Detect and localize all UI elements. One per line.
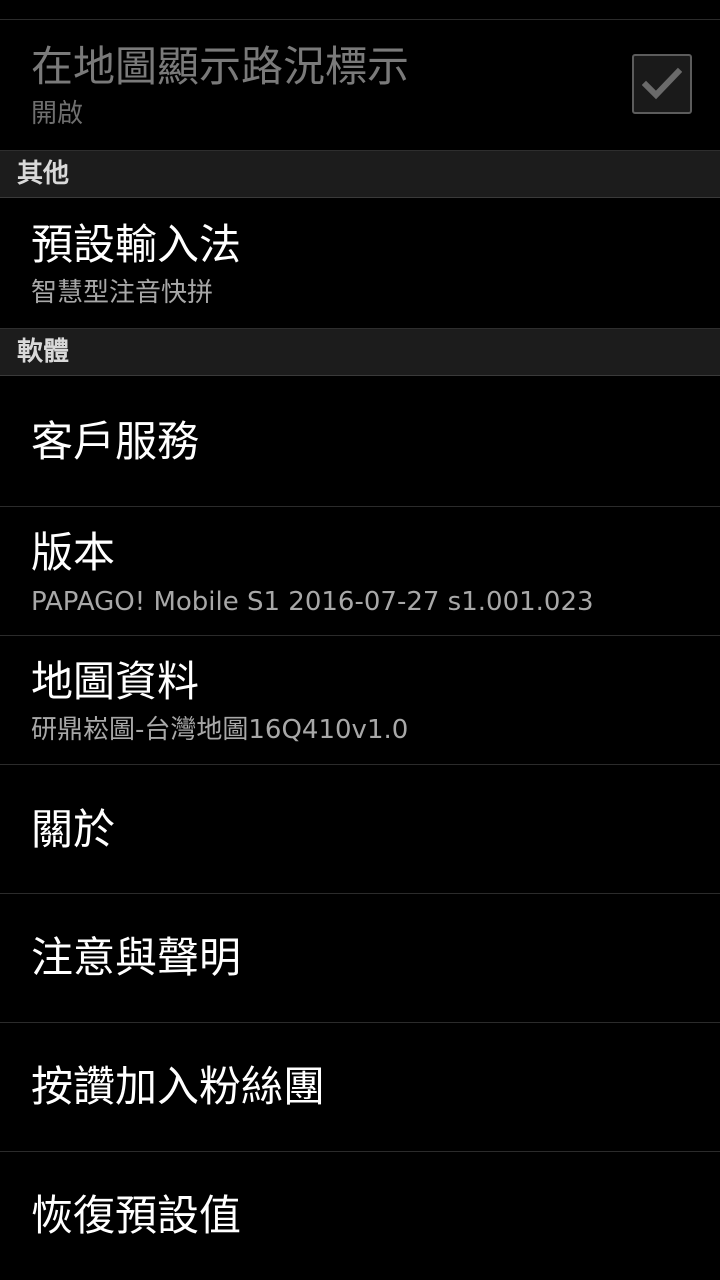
- fan-club-title: 按讚加入粉絲團: [31, 1062, 326, 1111]
- about-item[interactable]: 關於: [0, 765, 720, 894]
- map-data-summary: 研鼎崧圖-台灣地圖16Q410v1.0: [31, 715, 409, 745]
- customer-service-title: 客戶服務: [31, 417, 200, 466]
- map-data-item[interactable]: 地圖資料 研鼎崧圖-台灣地圖16Q410v1.0: [0, 636, 720, 765]
- map-data-title: 地圖資料: [31, 657, 200, 706]
- fan-club-item[interactable]: 按讚加入粉絲團: [0, 1023, 720, 1152]
- about-title: 關於: [31, 805, 116, 854]
- traffic-display-summary: 開啟: [31, 99, 84, 129]
- restore-defaults-item[interactable]: 恢復預設值: [0, 1152, 720, 1280]
- section-header-other: 其他: [0, 150, 720, 198]
- restore-defaults-title: 恢復預設值: [31, 1191, 242, 1240]
- checkmark-icon: [642, 67, 682, 100]
- traffic-display-title: 在地圖顯示路況標示: [31, 42, 410, 91]
- traffic-display-checkbox[interactable]: [632, 54, 692, 114]
- default-ime-title: 預設輸入法: [31, 220, 242, 269]
- section-label-other: 其他: [17, 159, 70, 189]
- notice-item[interactable]: 注意與聲明: [0, 894, 720, 1023]
- traffic-display-preference[interactable]: 在地圖顯示路況標示 開啟: [0, 20, 720, 150]
- settings-screen: 在地圖顯示路況標示 開啟 其他 預設輸入法 智慧型注音快拼 軟體 客戶服務 版本…: [0, 0, 720, 1280]
- version-summary: PAPAGO! Mobile S1 2016-07-27 s1.001.023: [31, 587, 594, 617]
- top-divider: [0, 0, 720, 20]
- customer-service-item[interactable]: 客戶服務: [0, 376, 720, 507]
- version-title: 版本: [31, 528, 116, 577]
- section-header-software: 軟體: [0, 328, 720, 376]
- default-ime-preference[interactable]: 預設輸入法 智慧型注音快拼: [0, 198, 720, 328]
- section-label-software: 軟體: [17, 337, 70, 367]
- notice-title: 注意與聲明: [31, 933, 242, 982]
- version-item[interactable]: 版本 PAPAGO! Mobile S1 2016-07-27 s1.001.0…: [0, 507, 720, 636]
- default-ime-summary: 智慧型注音快拼: [31, 278, 214, 308]
